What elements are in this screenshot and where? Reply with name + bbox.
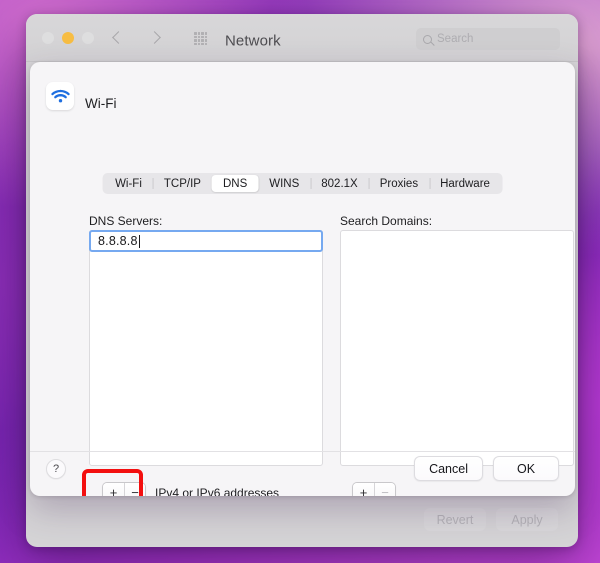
toolbar-navigation [110,28,162,48]
wifi-icon [46,82,74,110]
back-chevron-icon[interactable] [110,28,126,48]
search-placeholder: Search [437,33,474,45]
search-domains-label: Search Domains: [340,214,433,228]
window-title: Network [225,32,281,50]
forward-chevron-icon[interactable] [146,28,162,48]
sheet-footer: ? Cancel OK [30,451,575,496]
network-advanced-sheet: Wi-Fi Wi-Fi TCP/IP DNS WINS 802.1X Proxi… [30,62,575,496]
dns-tab-panel: DNS Servers: Search Domains: 8.8.8.8 + −… [42,190,574,496]
search-domains-list[interactable] [340,230,574,466]
dns-servers-list[interactable] [89,230,323,466]
text-cursor [138,234,141,248]
window-toolbar: Network Search [26,14,578,62]
minimize-button[interactable] [62,32,74,44]
dns-server-edit-field[interactable]: 8.8.8.8 [89,230,323,252]
desktop-wallpaper: Network Search Revert Apply Wi-Fi Wi-Fi … [0,0,600,563]
cancel-button[interactable]: Cancel [414,456,483,481]
close-button[interactable] [42,32,54,44]
dns-servers-label: DNS Servers: [89,214,163,228]
dns-server-value: 8.8.8.8 [98,234,138,248]
ok-button[interactable]: OK [493,456,559,481]
search-field[interactable]: Search [416,28,560,50]
all-preferences-grid-icon[interactable] [194,32,207,45]
search-icon [423,34,432,44]
zoom-button[interactable] [82,32,94,44]
revert-apply-group: Revert Apply [424,508,558,531]
help-button[interactable]: ? [46,459,66,479]
footer-actions: Cancel OK [414,456,559,481]
traffic-lights [42,32,94,44]
revert-button[interactable]: Revert [424,508,486,531]
apply-button[interactable]: Apply [496,508,558,531]
sheet-header: Wi-Fi [30,62,575,111]
service-name-label: Wi-Fi [85,96,117,111]
